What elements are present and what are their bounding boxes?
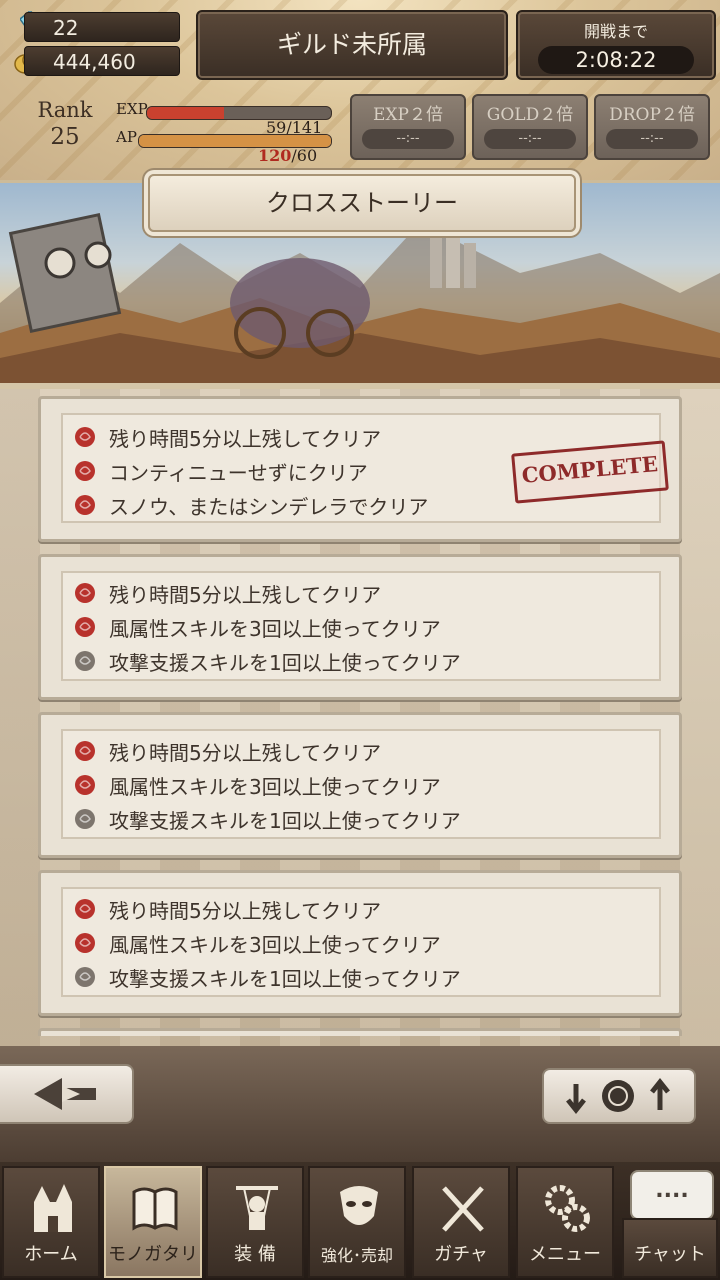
mission-card[interactable]: 残り時間5分以上残してクリア コンティニューせずにクリア スノウ、またはシンデレ… xyxy=(38,396,682,542)
battle-timer: 2:08:22 xyxy=(538,46,694,74)
boost-exp-title: EXP２倍 xyxy=(373,105,443,125)
chat-bubble-icon[interactable]: .... xyxy=(630,1170,714,1220)
ap-label: AP xyxy=(116,128,137,146)
tab-equip[interactable]: 装 備 xyxy=(206,1166,304,1278)
page-title-text: クロスストーリー xyxy=(266,189,458,217)
mission-condition: 残り時間5分以上残してクリア xyxy=(109,741,382,765)
boost-gold[interactable]: GOLD２倍 --:-- xyxy=(472,94,588,160)
sort-rose-arrows-icon xyxy=(566,1077,670,1115)
tab-enhance-label: 強化･売却 xyxy=(320,1246,393,1265)
tab-story-label: モノガタリ xyxy=(108,1244,198,1265)
tab-menu[interactable]: メニュー xyxy=(516,1166,614,1278)
rose-icon xyxy=(75,775,95,795)
gem-count: 22 xyxy=(53,16,79,40)
boost-exp[interactable]: EXP２倍 --:-- xyxy=(350,94,466,160)
rose-icon xyxy=(75,427,95,447)
book-icon xyxy=(132,1187,178,1231)
swords-icon xyxy=(442,1186,484,1232)
tab-chat-label: チャット xyxy=(634,1244,706,1265)
tab-gacha[interactable]: ガチャ xyxy=(412,1166,510,1278)
rose-icon xyxy=(75,933,95,953)
mission-condition: 残り時間5分以上残してクリア xyxy=(109,583,382,607)
puppet-icon xyxy=(236,1186,278,1230)
mission-condition: 風属性スキルを3回以上使ってクリア xyxy=(109,775,441,799)
guild-label: ギルド未所属 xyxy=(276,30,427,59)
ap-value: 120/60 xyxy=(258,146,317,165)
boost-drop-time: --:-- xyxy=(606,129,698,149)
mission-condition: 風属性スキルを3回以上使ってクリア xyxy=(109,933,441,957)
boost-exp-time: --:-- xyxy=(362,129,454,149)
tab-gacha-label: ガチャ xyxy=(434,1244,488,1265)
battle-countdown[interactable]: 開戦まで 2:08:22 xyxy=(516,10,716,80)
mission-card[interactable]: 残り時間5分以上残してクリア 風属性スキルを3回以上使ってクリア 攻撃支援スキル… xyxy=(38,712,682,858)
boost-drop-title: DROP２倍 xyxy=(609,105,695,125)
rose-icon xyxy=(75,899,95,919)
tab-home-label: ホーム xyxy=(24,1244,78,1265)
boost-gold-title: GOLD２倍 xyxy=(486,105,574,125)
rose-icon xyxy=(75,809,95,829)
rose-icon xyxy=(75,583,95,603)
rank-display: Rank 25 xyxy=(30,98,100,150)
mission-condition: 風属性スキルを3回以上使ってクリア xyxy=(109,617,441,641)
castle-icon xyxy=(34,1184,72,1232)
exp-bar-fill xyxy=(147,107,225,119)
back-button[interactable] xyxy=(0,1064,134,1124)
tab-equip-label: 装 備 xyxy=(234,1244,276,1265)
rank-value: 25 xyxy=(50,124,80,150)
gold-count: 444,460 xyxy=(53,50,136,74)
tab-story[interactable]: モノガタリ xyxy=(104,1166,202,1278)
tab-menu-label: メニュー xyxy=(529,1244,601,1265)
boost-drop[interactable]: DROP２倍 --:-- xyxy=(594,94,710,160)
exp-label: EXP xyxy=(116,100,148,118)
battle-label: 開戦まで xyxy=(583,22,648,41)
guild-button[interactable]: ギルド未所属 xyxy=(196,10,508,80)
rose-icon xyxy=(75,461,95,481)
mission-condition: 残り時間5分以上残してクリア xyxy=(109,899,382,923)
gold-counter: 444,460 xyxy=(24,46,180,76)
mask-icon xyxy=(340,1186,378,1225)
mission-card[interactable]: 残り時間5分以上残してクリア 風属性スキルを3回以上使ってクリア 攻撃支援スキル… xyxy=(38,870,682,1016)
ap-current: 120 xyxy=(258,146,292,165)
gears-icon xyxy=(545,1185,590,1232)
sort-button[interactable] xyxy=(542,1068,696,1124)
rose-icon xyxy=(75,741,95,761)
rose-icon xyxy=(75,617,95,637)
rose-icon xyxy=(75,651,95,671)
mission-card[interactable]: 残り時間5分以上残してクリア 風属性スキルを3回以上使ってクリア 攻撃支援スキル… xyxy=(38,554,682,700)
rose-icon xyxy=(75,967,95,987)
ap-max: /60 xyxy=(291,146,318,165)
top-hud: 22 444,460 ギルド未所属 開戦まで 2:08:22 Rank 25 E… xyxy=(0,0,720,170)
tab-enhance[interactable]: 強化･売却 xyxy=(308,1166,406,1278)
mission-condition: 残り時間5分以上残してクリア xyxy=(109,427,382,451)
mission-condition: 攻撃支援スキルを1回以上使ってクリア xyxy=(109,651,461,675)
gem-counter: 22 xyxy=(24,12,180,42)
mission-card-partial[interactable] xyxy=(38,1028,682,1036)
mission-list[interactable]: 残り時間5分以上残してクリア コンティニューせずにクリア スノウ、またはシンデレ… xyxy=(38,396,682,1036)
rose-icon xyxy=(75,495,95,515)
tab-chat[interactable]: チャット xyxy=(622,1218,718,1278)
mission-condition: コンティニューせずにクリア xyxy=(109,461,368,485)
mission-condition: 攻撃支援スキルを1回以上使ってクリア xyxy=(109,967,461,991)
page-title: クロスストーリー xyxy=(148,174,576,232)
back-arrow-icon xyxy=(34,1078,96,1110)
mission-condition: 攻撃支援スキルを1回以上使ってクリア xyxy=(109,809,461,833)
mission-condition: スノウ、またはシンデレラでクリア xyxy=(109,495,429,519)
tab-home[interactable]: ホーム xyxy=(2,1166,100,1278)
rank-label: Rank xyxy=(37,98,93,122)
boost-gold-time: --:-- xyxy=(484,129,576,149)
